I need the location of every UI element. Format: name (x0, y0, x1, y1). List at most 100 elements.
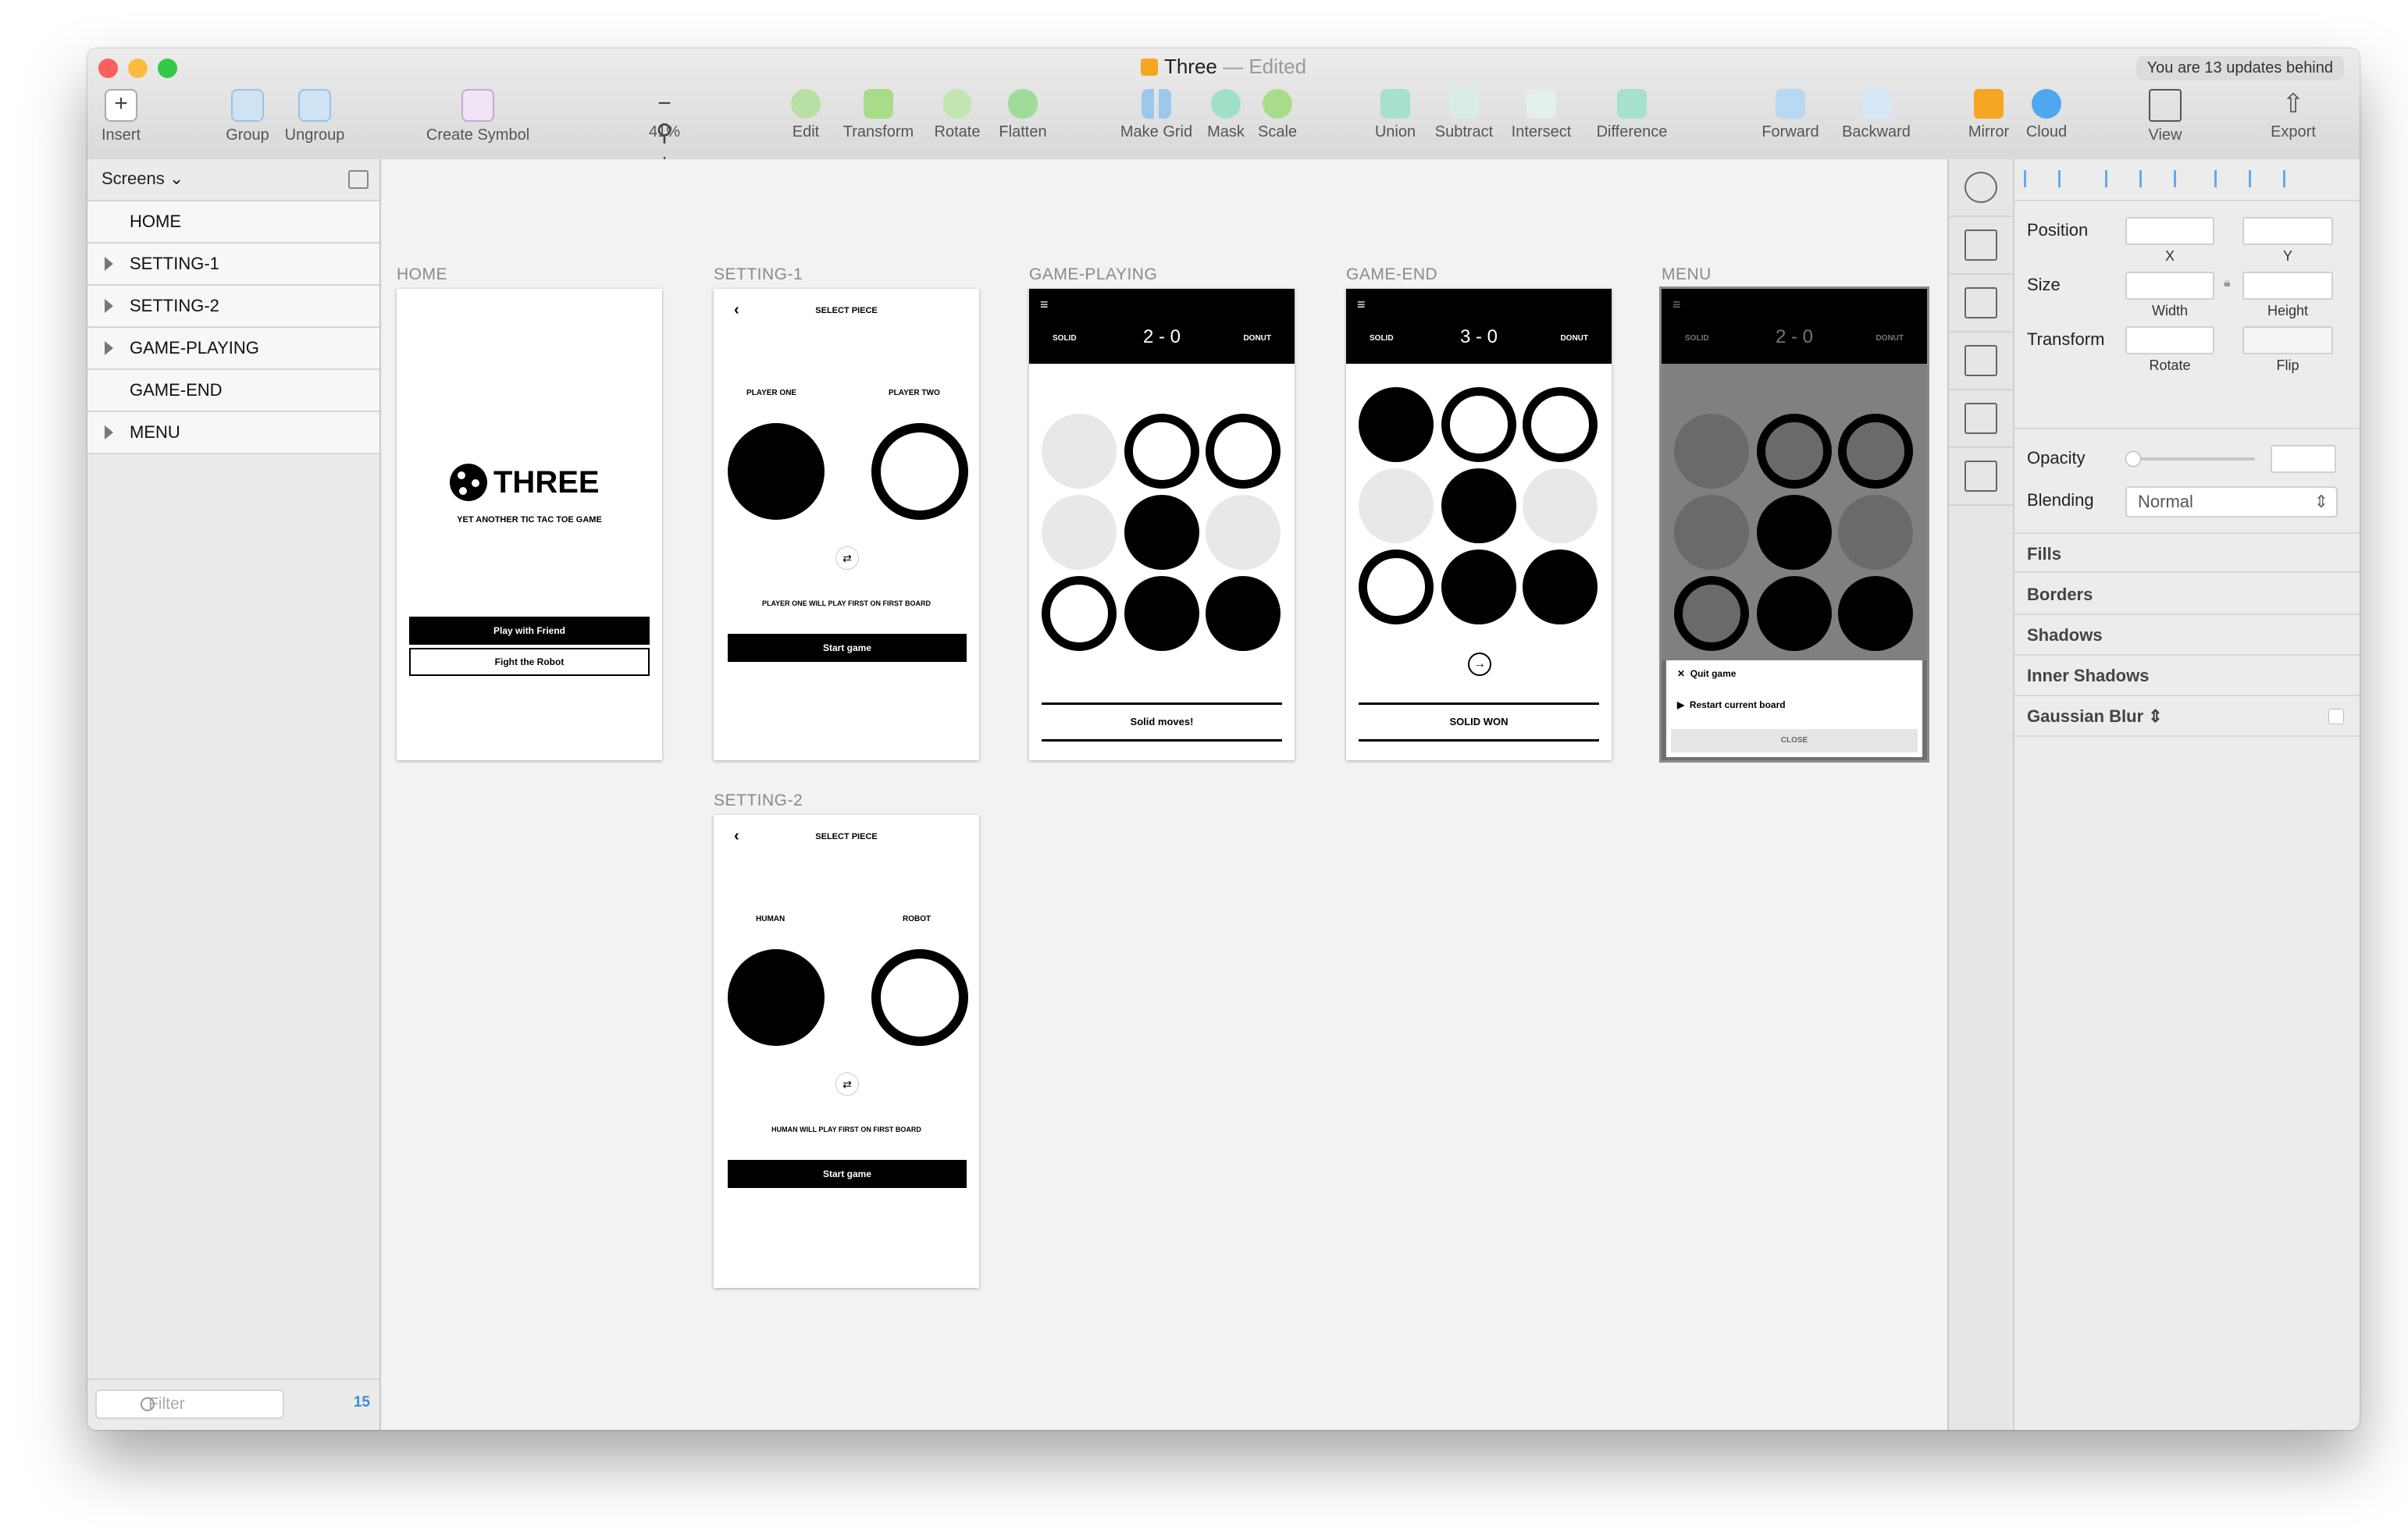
height-field[interactable] (2242, 272, 2333, 300)
artboard-label-setting-1[interactable]: SETTING-1 (714, 265, 803, 284)
edit-button[interactable]: Edit (782, 89, 829, 141)
page-item-home[interactable]: HOME (87, 201, 379, 244)
borders-section[interactable]: Borders (2014, 574, 2360, 615)
blending-select[interactable]: Normal ⇕ (2125, 486, 2338, 518)
artboard-game-playing[interactable]: ≡ SOLID 2 - 0 DONUT Solid moves! (1029, 289, 1295, 760)
updates-badge[interactable]: You are 13 updates behind (2135, 56, 2344, 80)
pages-header[interactable]: Screens ⌄ (87, 159, 379, 201)
forward-button[interactable]: Forward (1755, 89, 1826, 141)
y-field[interactable] (2242, 217, 2333, 245)
artboard-label-game-playing[interactable]: GAME-PLAYING (1029, 265, 1157, 284)
start-game-button[interactable]: Start game (728, 1160, 967, 1188)
rotate-button[interactable]: Rotate (926, 89, 988, 141)
x-field[interactable] (2125, 217, 2214, 245)
board-cell[interactable] (1206, 495, 1281, 570)
subtract-button[interactable]: Subtract (1429, 89, 1499, 141)
swap-icon[interactable]: ⇄ (835, 546, 859, 570)
fills-section[interactable]: Fills (2014, 532, 2360, 573)
mirror-button[interactable]: Mirror (1961, 89, 2016, 141)
board-cell[interactable] (1441, 468, 1516, 543)
inner-shadows-section[interactable]: Inner Shadows (2014, 656, 2360, 696)
solid-piece[interactable] (728, 423, 825, 520)
inspector-tab-prototype[interactable] (1949, 448, 2013, 506)
make-grid-button[interactable]: Make Grid (1113, 89, 1199, 141)
donut-piece[interactable] (871, 949, 968, 1046)
lock-icon[interactable]: 🔒︎ (2224, 276, 2231, 290)
shadows-section[interactable]: Shadows (2014, 615, 2360, 656)
start-game-button[interactable]: Start game (728, 634, 967, 662)
board-cell[interactable] (1523, 387, 1598, 462)
donut-piece[interactable] (871, 423, 968, 520)
align-right-icon[interactable] (2174, 170, 2193, 187)
swap-icon[interactable]: ⇄ (835, 1072, 859, 1096)
artboard-label-setting-2[interactable]: SETTING-2 (714, 791, 803, 810)
backward-button[interactable]: Backward (1833, 89, 1919, 141)
align-center-icon[interactable] (2139, 170, 2159, 187)
quit-game-item[interactable]: ✕ Quit game (1677, 668, 1736, 679)
opacity-slider[interactable] (2125, 451, 2255, 467)
transform-button[interactable]: Transform (835, 89, 921, 141)
artboard-label-menu[interactable]: MENU (1662, 265, 1712, 284)
artboard-setting-2[interactable]: ‹ SELECT PIECE HUMAN ROBOT ⇄ HUMAN WILL … (714, 815, 979, 1288)
board-cell[interactable] (1359, 387, 1434, 462)
board-cell[interactable] (1206, 576, 1281, 651)
board-cell[interactable] (1042, 414, 1117, 489)
hamburger-menu-icon[interactable]: ≡ (1040, 297, 1049, 313)
difference-button[interactable]: Difference (1585, 89, 1679, 141)
page-item-setting-2[interactable]: SETTING-2 (87, 286, 379, 328)
solid-piece[interactable] (728, 949, 825, 1046)
group-button[interactable]: Group (220, 89, 275, 144)
artboard-home[interactable]: THREE YET ANOTHER TIC TAC TOE GAME Play … (397, 289, 662, 760)
board-cell[interactable] (1359, 468, 1434, 543)
canvas[interactable]: HOME THREE YET ANOTHER TIC TAC TOE GAME … (381, 159, 1947, 1430)
opacity-field[interactable] (2271, 445, 2336, 473)
align-bottom-icon[interactable] (2283, 170, 2303, 187)
insert-button[interactable]: + Insert (94, 89, 148, 144)
flatten-button[interactable]: Flatten (992, 89, 1054, 141)
width-field[interactable] (2125, 272, 2214, 300)
artboard-menu[interactable]: ≡ SOLID 2 - 0 DONUT ✕ Quit game ▶ Restar… (1662, 289, 1927, 760)
inspector-tab-symbols[interactable] (1949, 390, 2013, 448)
board-cell[interactable] (1523, 468, 1598, 543)
ungroup-button[interactable]: Ungroup (280, 89, 350, 144)
gaussian-blur-checkbox[interactable] (2328, 709, 2344, 724)
board-cell[interactable] (1124, 495, 1199, 570)
disclosure-triangle-icon[interactable] (105, 299, 113, 313)
distribute-horizontal-icon[interactable] (2024, 170, 2043, 187)
hamburger-menu-icon[interactable]: ≡ (1672, 297, 1681, 313)
board-cell[interactable] (1042, 495, 1117, 570)
intersect-button[interactable]: Intersect (1502, 89, 1580, 141)
board-cell[interactable] (1441, 550, 1516, 624)
align-left-icon[interactable] (2105, 170, 2125, 187)
collapse-pages-icon[interactable] (348, 170, 369, 189)
disclosure-triangle-icon[interactable] (105, 257, 113, 271)
page-item-game-end[interactable]: GAME-END (87, 370, 379, 412)
play-with-friend-button[interactable]: Play with Friend (409, 617, 650, 645)
fight-the-robot-button[interactable]: Fight the Robot (409, 648, 650, 676)
flip-buttons[interactable] (2242, 326, 2333, 354)
hamburger-menu-icon[interactable]: ≡ (1357, 297, 1366, 313)
zoom-control[interactable]: − ⚲ +41% (622, 89, 707, 176)
export-button[interactable]: ⇧ Export (2266, 89, 2321, 141)
page-item-menu[interactable]: MENU (87, 412, 379, 454)
next-round-arrow-icon[interactable]: → (1468, 653, 1491, 676)
inspector-tab-export[interactable] (1949, 217, 2013, 275)
opacity-slider-knob[interactable] (2125, 451, 2141, 467)
board-cell[interactable] (1042, 576, 1117, 651)
inspector-tab-style[interactable] (1949, 159, 2013, 217)
restart-board-item[interactable]: ▶ Restart current board (1677, 699, 1786, 710)
create-symbol-button[interactable]: Create Symbol (415, 89, 540, 144)
artboard-game-end[interactable]: ≡ SOLID 3 - 0 DONUT → SOLID WON (1346, 289, 1612, 760)
distribute-vertical-icon[interactable] (2058, 170, 2078, 187)
board-cell[interactable] (1523, 550, 1598, 624)
artboard-label-home[interactable]: HOME (397, 265, 447, 284)
align-middle-icon[interactable] (2249, 170, 2268, 187)
inspector-tab-layers[interactable] (1949, 275, 2013, 333)
board-cell[interactable] (1124, 414, 1199, 489)
view-button[interactable]: View (2138, 89, 2192, 144)
disclosure-triangle-icon[interactable] (105, 425, 113, 439)
board-cell[interactable] (1124, 576, 1199, 651)
layer-count-badge[interactable]: 15 (354, 1394, 370, 1411)
disclosure-triangle-icon[interactable] (105, 341, 113, 355)
union-button[interactable]: Union (1368, 89, 1423, 141)
